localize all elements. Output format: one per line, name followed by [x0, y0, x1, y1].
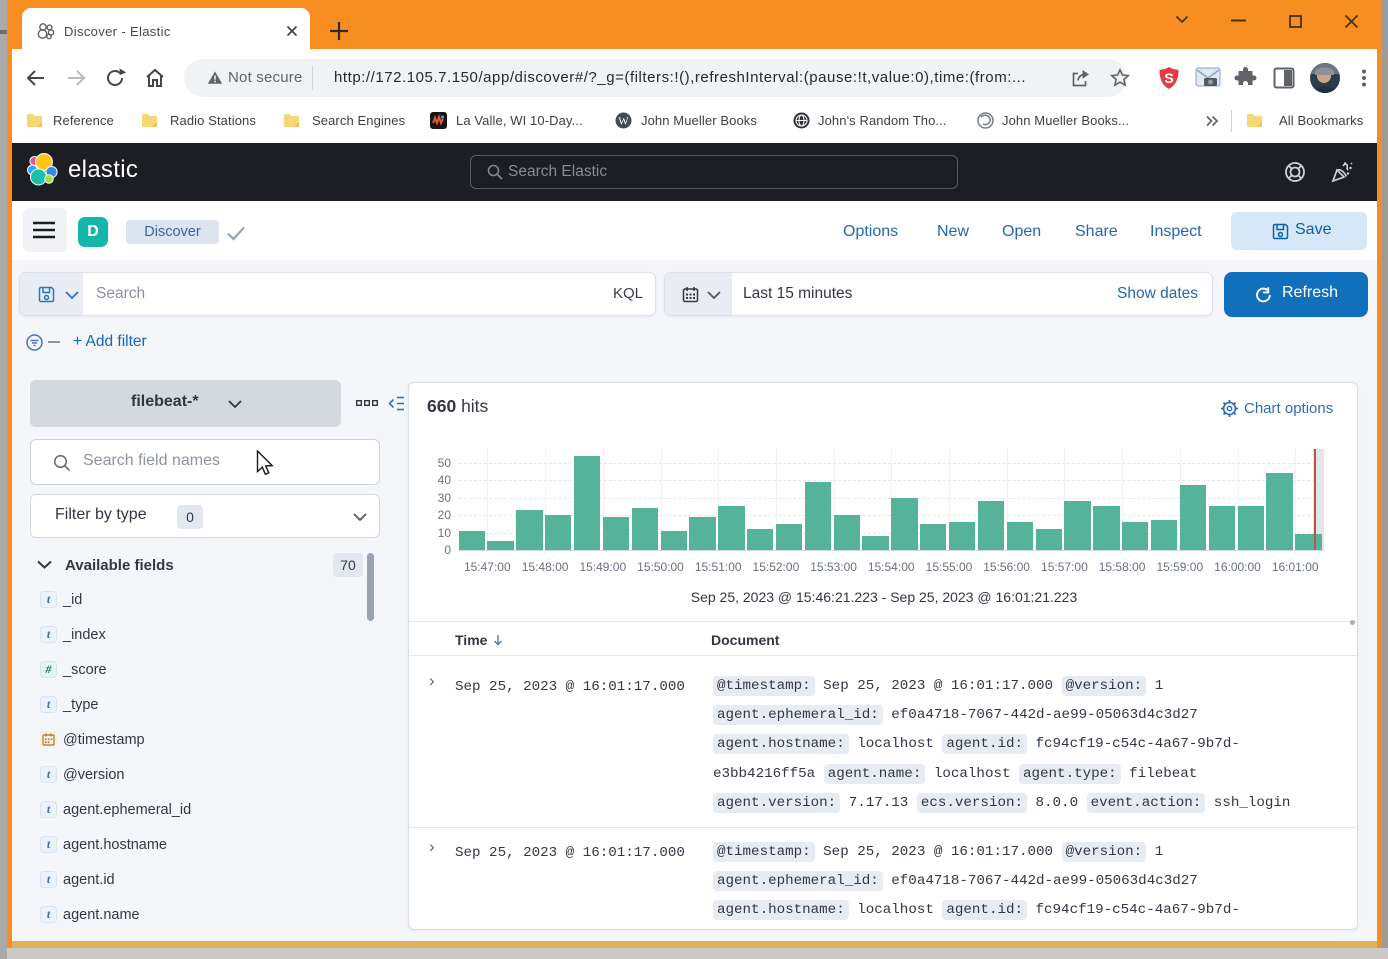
svg-text:S: S [1164, 70, 1173, 86]
svg-text:W: W [618, 116, 629, 128]
